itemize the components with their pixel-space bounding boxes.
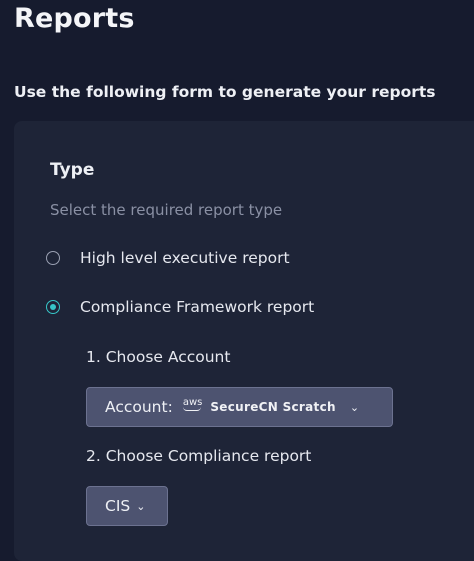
radio-option-compliance-report[interactable]: Compliance Framework report	[46, 298, 314, 316]
chevron-down-icon: ⌄	[136, 499, 146, 513]
account-dropdown[interactable]: Account: aws SecureCN Scratch ⌄	[86, 387, 393, 427]
chevron-down-icon: ⌄	[349, 400, 360, 414]
compliance-dropdown[interactable]: CIS ⌄	[86, 486, 168, 526]
radio-button-unchecked[interactable]	[46, 251, 60, 265]
page-intro: Use the following form to generate your …	[14, 83, 436, 101]
radio-label: High level executive report	[80, 249, 290, 267]
radio-label: Compliance Framework report	[80, 298, 315, 316]
radio-option-executive-report[interactable]: High level executive report	[46, 249, 290, 267]
compliance-dropdown-value: CIS	[105, 497, 131, 515]
account-dropdown-value: SecureCN Scratch	[210, 400, 336, 414]
radio-button-checked[interactable]	[46, 300, 60, 314]
page-title: Reports	[14, 3, 135, 34]
step-label-choose-account: 1. Choose Account	[86, 348, 231, 366]
section-title: Type	[50, 160, 95, 180]
aws-logo-icon: aws	[182, 397, 203, 411]
account-dropdown-prefix: Account:	[105, 398, 173, 416]
report-form-card: Type Select the required report type Hig…	[14, 121, 474, 561]
step-label-choose-compliance: 2. Choose Compliance report	[86, 447, 312, 465]
section-hint: Select the required report type	[50, 201, 283, 219]
